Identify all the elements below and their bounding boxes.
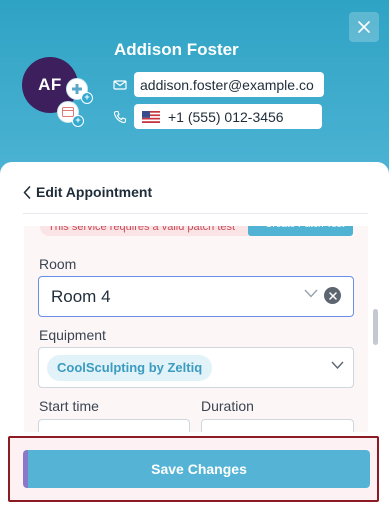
back-button[interactable]: Edit Appointment [23, 184, 152, 200]
phone-icon [113, 110, 127, 123]
equipment-label: Equipment [39, 327, 106, 343]
email-field[interactable]: addison.foster@example.co [134, 72, 324, 97]
medical-badge[interactable]: + [66, 78, 93, 104]
save-changes-button[interactable]: Save Changes [23, 450, 370, 488]
contact-name: Addison Foster [114, 40, 239, 59]
mail-icon [113, 79, 127, 90]
patch-test-warning: This service requires a valid patch test [40, 226, 260, 236]
phone-value: +1 (555) 012-3456 [168, 108, 284, 125]
panel-divider [23, 213, 368, 214]
clear-selection-button[interactable] [324, 287, 341, 304]
phone-row: +1 (555) 012-3456 [113, 104, 322, 129]
room-label: Room [39, 256, 77, 272]
duration-label: Duration [201, 398, 254, 414]
form-scroll-area[interactable]: This service requires a valid patch test… [24, 226, 368, 432]
us-flag-icon[interactable] [142, 110, 160, 123]
equipment-select[interactable]: CoolSculpting by Zeltiq [38, 347, 354, 388]
chevron-down-icon[interactable] [304, 289, 318, 298]
duration-input[interactable] [201, 419, 354, 432]
panel-title: Edit Appointment [36, 184, 153, 200]
email-value: addison.foster@example.co [140, 76, 314, 93]
phone-field[interactable]: +1 (555) 012-3456 [134, 104, 322, 129]
patch-test-row: This service requires a valid patch test… [24, 226, 368, 244]
card-badge[interactable]: + [57, 101, 84, 127]
chevron-down-icon[interactable] [331, 361, 344, 369]
contact-header: AF + + Addison Foster addison.foster@exa… [0, 0, 389, 180]
close-icon [358, 21, 370, 33]
chevron-left-icon [23, 185, 31, 199]
add-badge-icon: + [72, 115, 84, 127]
email-row: addison.foster@example.co [113, 72, 324, 97]
clear-icon [328, 291, 337, 300]
scrollbar-thumb[interactable] [373, 309, 378, 345]
add-badge-icon: + [81, 92, 93, 104]
calendar-card-icon [62, 107, 74, 117]
save-label: Save Changes [151, 461, 247, 477]
footer-bar: Save Changes [8, 436, 379, 502]
create-patch-test-button[interactable]: + Create Patch Test [248, 226, 353, 236]
medical-plus-icon [72, 84, 82, 94]
avatar-initials: AF [38, 75, 62, 94]
equipment-tag[interactable]: CoolSculpting by Zeltiq [47, 355, 213, 381]
close-button[interactable] [349, 12, 379, 42]
room-select[interactable]: Room 4 [38, 276, 354, 317]
start-time-label: Start time [39, 398, 99, 414]
room-value: Room 4 [51, 286, 111, 306]
start-time-input[interactable] [38, 419, 190, 432]
